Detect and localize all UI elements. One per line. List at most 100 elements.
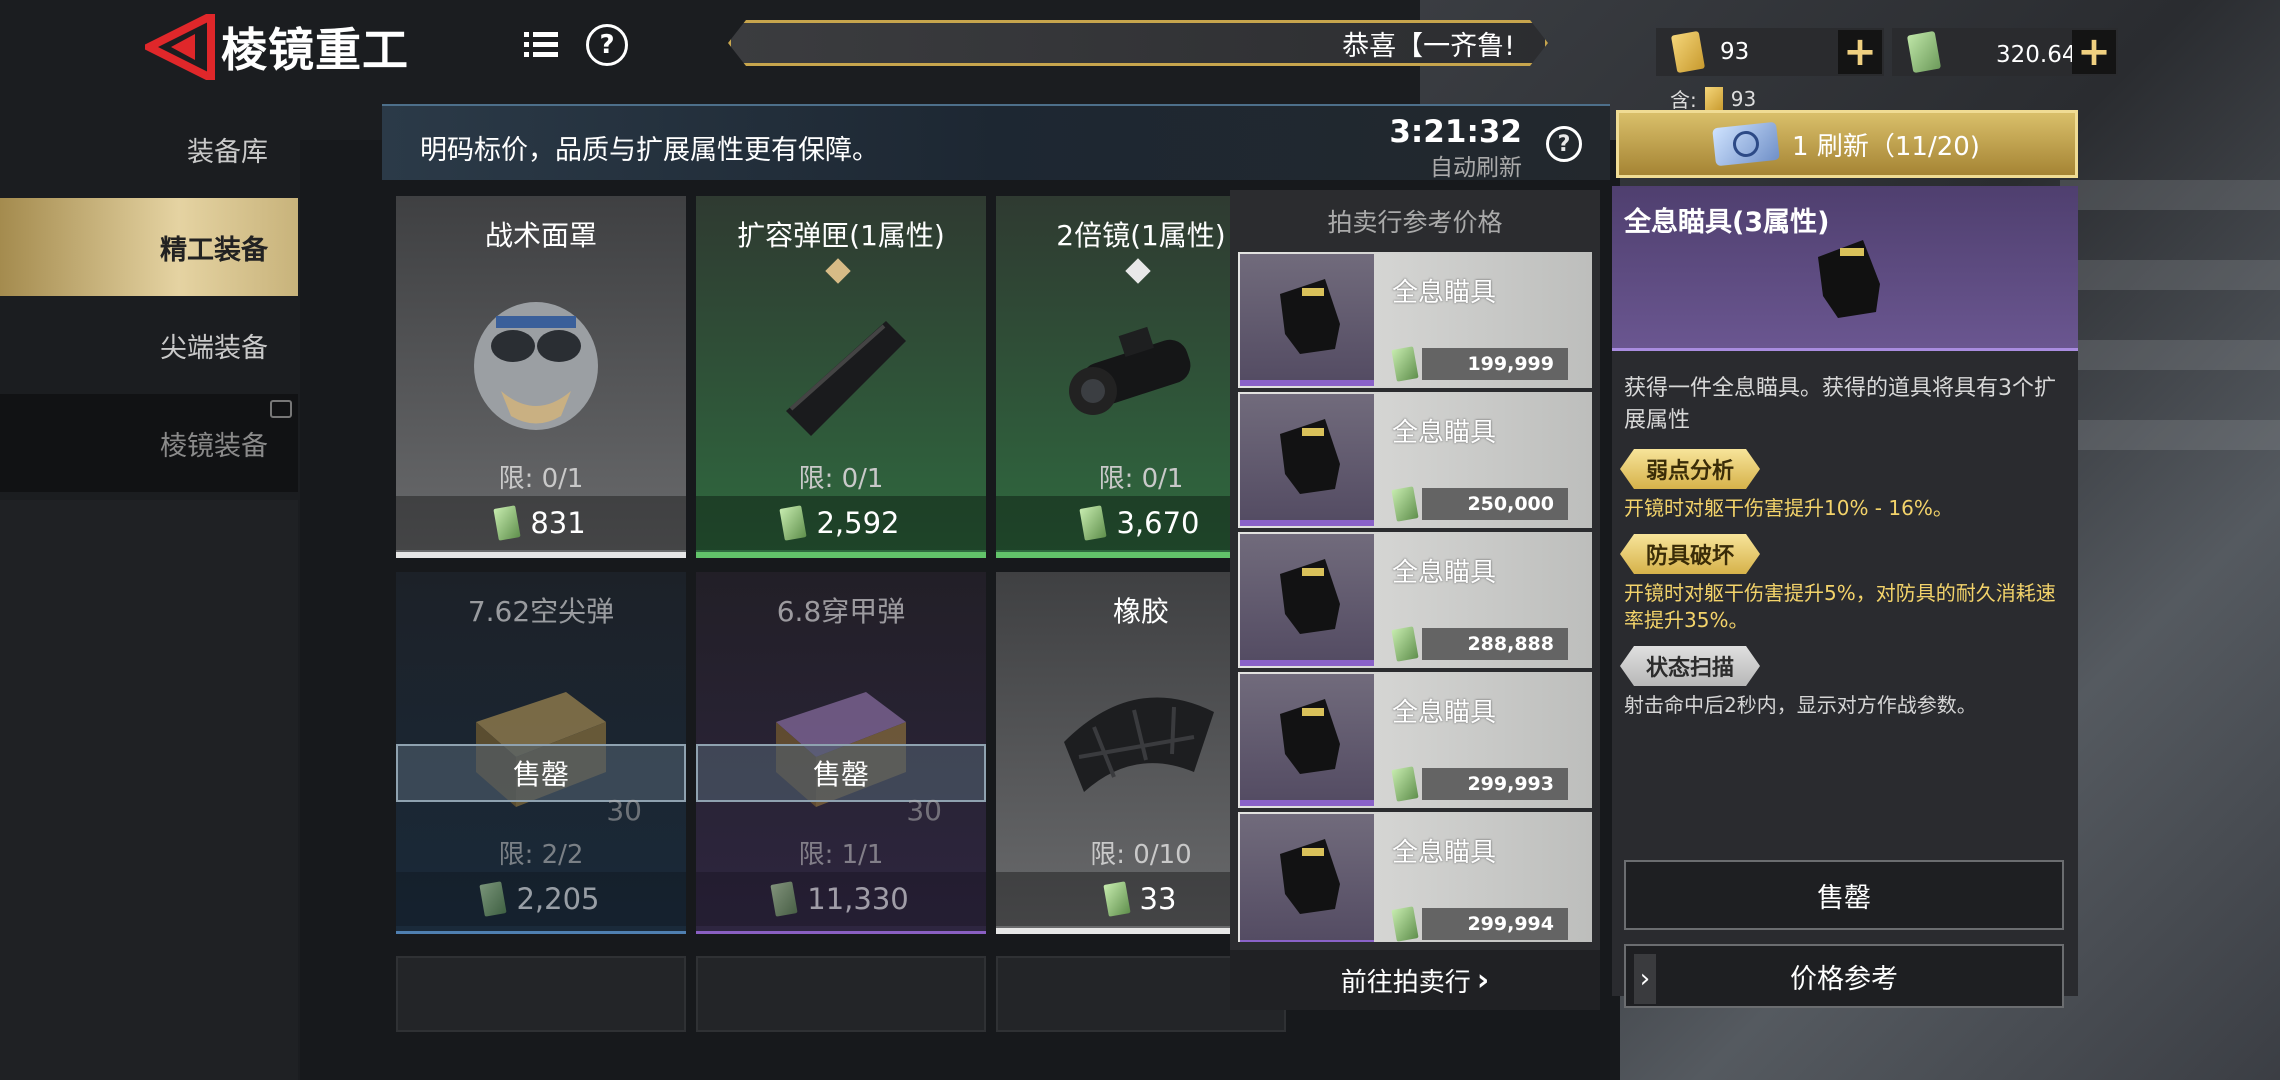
goto-auction-button[interactable]: 前往拍卖行 › [1230, 950, 1600, 1010]
auction-title: 拍卖行参考价格 [1327, 208, 1503, 237]
price-value: 11,330 [807, 882, 909, 916]
sub-label: 含: [1670, 88, 1697, 112]
logo-triangle-icon [140, 9, 215, 85]
cash-icon [1391, 766, 1419, 802]
sold-out-text: 售罄 [812, 758, 869, 791]
attribute-effect: 开镜时对躯干伤害提升5%，对防具的耐久消耗速率提升35%。 [1624, 581, 2056, 632]
help-button[interactable]: ? [584, 22, 630, 68]
item-card-extended-magazine[interactable]: 扩容弹匣(1属性) 限: 0/1 2,592 [696, 196, 986, 558]
item-limit: 限: 0/1 [798, 464, 884, 494]
banner-text: 明码标价，品质与扩展属性更有保障。 [420, 135, 879, 166]
app-title: 棱镜重工 [221, 23, 409, 77]
holo-sight-icon [1240, 254, 1374, 386]
item-name: 战术面罩 [484, 219, 597, 252]
item-grid: 战术面罩 限: 0/1 831 扩容弹匣(1属性) 限: 0/1 2,592 2 [392, 194, 1286, 1034]
attribute-diamond-icon [825, 258, 851, 284]
mask-icon [474, 302, 598, 430]
scope-icon [1069, 326, 1191, 415]
cash-icon [1391, 906, 1419, 942]
lock-icon [270, 400, 292, 418]
price-reference-button[interactable]: › 价格参考 [1624, 944, 2064, 1008]
item-price: 11,330 [696, 872, 986, 926]
refresh-help-icon[interactable]: ? [1546, 126, 1582, 162]
sidebar-background [0, 500, 298, 1080]
auction-price: 299,994 [1422, 908, 1568, 940]
add-cash-button[interactable]: + [2072, 29, 2116, 75]
cash-icon [1391, 346, 1419, 382]
attribute-effect: 开镜时对躯干伤害提升10% - 16%。 [1624, 496, 1953, 520]
rarity-bar [696, 552, 986, 558]
cash-icon [1079, 505, 1108, 541]
nav-item-advanced-equipment[interactable]: 尖端装备 [0, 296, 298, 394]
magazine-icon [786, 321, 906, 436]
nav-label: 装备库 [187, 136, 268, 168]
item-card-empty [396, 956, 686, 1032]
item-quantity: 30 [906, 794, 942, 827]
price-value: 2,205 [516, 882, 600, 916]
price-reference-label: 价格参考 [1790, 963, 1898, 995]
holo-sight-icon [1240, 814, 1374, 942]
auction-price: 199,999 [1422, 348, 1568, 380]
auction-item-name: 全息瞄具 [1392, 558, 1497, 588]
menu-list-icon[interactable] [518, 22, 564, 68]
attribute-tag: 防具破坏 [1620, 534, 1760, 574]
refresh-ticket-icon [1712, 121, 1780, 167]
add-gold-button[interactable]: + [1838, 29, 1882, 75]
cash-icon [779, 505, 808, 541]
refresh-button[interactable]: 1 刷新（11/20) [1616, 110, 2078, 178]
sold-out-label: 售罄 [696, 744, 986, 802]
auction-row[interactable]: 全息瞄具 199,999 [1238, 252, 1592, 388]
holo-sight-icon [1240, 394, 1374, 526]
auction-item-name: 全息瞄具 [1392, 698, 1497, 728]
item-price: 2,205 [396, 872, 686, 926]
item-card-762-hollow-point[interactable]: 7.62空尖弹 售罄 30 限: 2/2 2,205 [396, 572, 686, 934]
nav-label: 精工装备 [160, 234, 268, 266]
auction-row[interactable]: 全息瞄具 299,993 [1238, 672, 1592, 808]
auction-price-panel: 拍卖行参考价格 全息瞄具 199,999 全息瞄具 250,000 全息瞄具 2… [1230, 190, 1600, 1010]
refresh-timer: 3:21:32 自动刷新 [1389, 114, 1522, 182]
sold-out-button[interactable]: 售罄 [1624, 860, 2064, 930]
item-limit: 限: 2/2 [498, 840, 584, 870]
item-name: 6.8穿甲弹 [776, 595, 906, 628]
item-limit: 限: 1/1 [798, 840, 884, 870]
timer-label: 自动刷新 [1430, 155, 1522, 181]
cash-icon [1391, 486, 1419, 522]
auction-row[interactable]: 全息瞄具 299,994 [1238, 812, 1592, 942]
item-price: 831 [396, 496, 686, 550]
auction-price: 250,000 [1422, 488, 1568, 520]
nav-item-equipment-library[interactable]: 装备库 [0, 100, 298, 198]
attribute-tag: 状态扫描 [1620, 646, 1760, 686]
nav-item-fine-equipment[interactable]: 精工装备 [0, 198, 298, 296]
item-card-tactical-mask[interactable]: 战术面罩 限: 0/1 831 [396, 196, 686, 558]
cash-icon [479, 881, 508, 917]
auction-item-name: 全息瞄具 [1392, 418, 1497, 448]
item-name: 扩容弹匣(1属性) [737, 219, 945, 252]
item-card-empty [696, 956, 986, 1032]
app-logo: 棱镜重工 [140, 9, 409, 85]
sold-out-button-label: 售罄 [1817, 882, 1871, 914]
item-quantity: 30 [606, 794, 642, 827]
detail-header: 全息瞄具(3属性) [1612, 186, 2078, 351]
item-card-68-armor-piercing[interactable]: 6.8穿甲弹 售罄 30 限: 1/1 11,330 [696, 572, 986, 934]
item-detail-panel: 全息瞄具(3属性) 获得一件全息瞄具。获得的道具将具有3个扩展属性 弱点分析 开… [1612, 186, 2078, 1008]
chevron-right-icon: › [1634, 954, 1656, 1004]
auction-row[interactable]: 全息瞄具 288,888 [1238, 532, 1592, 668]
rarity-bar [396, 931, 686, 934]
cash-icon [1391, 626, 1419, 662]
announcement-marquee: 恭喜【一齐鲁! [728, 20, 1548, 66]
holo-sight-icon [1818, 240, 1880, 318]
holo-sight-icon [1240, 674, 1374, 806]
cash-icon [493, 505, 521, 541]
item-name: 7.62空尖弹 [467, 595, 615, 628]
item-price: 2,592 [696, 496, 986, 550]
shop-banner: 明码标价，品质与扩展属性更有保障。 3:21:32 自动刷新 ? [382, 104, 1610, 182]
refresh-label: 1 刷新（11/20) [1792, 131, 1980, 162]
chevron-right-icon: › [1476, 962, 1490, 998]
gold-amount: 93 [1720, 39, 1750, 65]
marquee-text: 恭喜【一齐鲁! [1342, 30, 1515, 62]
nav-item-prism-equipment[interactable]: 棱镜装备 [0, 394, 298, 492]
auction-list[interactable]: 全息瞄具 199,999 全息瞄具 250,000 全息瞄具 288,888 全… [1238, 252, 1592, 942]
cash-icon [1906, 30, 1942, 74]
auction-row[interactable]: 全息瞄具 250,000 [1238, 392, 1592, 528]
goto-auction-label: 前往拍卖行 [1340, 967, 1471, 998]
